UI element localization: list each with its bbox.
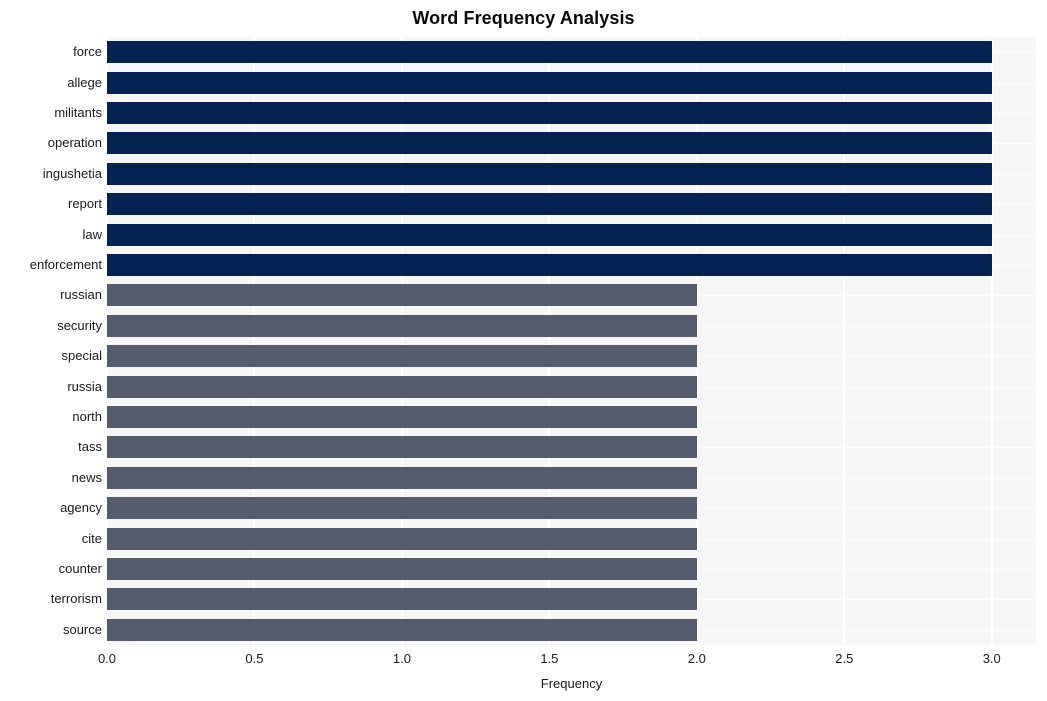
x-axis-tick-label: 2.5 [835,651,854,666]
x-gridline [253,37,256,645]
y-axis-tick-label: north [72,409,102,424]
x-axis-tick-label: 1.0 [392,651,411,666]
bar [107,618,697,641]
x-gridline [400,37,403,645]
bar [107,497,697,520]
bar [107,345,697,368]
y-axis-tick-label: agency [60,500,102,516]
chart-title: Word Frequency Analysis [412,8,635,28]
x-axis-tick-label: 1.5 [540,651,559,666]
x-gridline [107,37,108,645]
x-gridline [990,37,993,645]
y-axis-tick-label: operation [47,135,102,151]
bar [107,223,992,246]
bar [107,162,992,185]
y-axis-tick-label: russian [60,287,102,303]
y-axis-tick-label: source [62,621,102,637]
x-gridline [843,37,846,645]
y-axis-tick-label: russia [67,378,102,394]
x-axis-tick-label: 2.0 [687,651,706,666]
y-axis-tick-label: tass [78,439,102,455]
x-gridline [548,37,551,645]
y-axis-tick-label: security [57,317,102,333]
bar [107,284,697,307]
x-gridline [695,37,698,645]
y-axis-tick-label: enforcement [29,257,102,272]
y-axis-tick-label: special [61,348,102,364]
bar [107,466,697,489]
bar [107,193,992,216]
y-axis-tick-label: allege [67,74,102,90]
bar [107,102,992,124]
x-axis-tick-label: 0.0 [97,651,117,666]
word-frequency-chart: Word Frequency Analysis force allege milit… [0,0,1047,701]
bar [107,71,992,94]
bar [107,375,697,398]
bar [107,406,697,428]
y-axis-tick-label: law [82,226,102,242]
bar [107,254,992,276]
bar [107,588,697,611]
y-axis-tick-label: militants [54,105,102,120]
y-axis-tick-label: report [68,196,102,212]
y-axis-tick-label: terrorism [50,591,102,607]
bar [107,436,697,459]
bar [107,41,992,64]
x-axis-label: Frequency [540,676,603,691]
y-axis-tick-label: ingushetia [42,165,102,181]
x-axis-tick-label: 3.0 [982,651,1001,666]
bar [107,132,992,155]
plot-area [107,37,1036,645]
y-axis-tick-label: force [73,44,102,60]
y-axis-tick-label: cite [81,530,102,546]
y-axis-tick-label: news [71,469,102,485]
x-axis-tick-label: 0.5 [245,651,264,666]
bar [107,314,697,337]
bar [107,527,697,550]
bar [107,558,697,580]
y-axis-tick-label: counter [58,561,102,576]
